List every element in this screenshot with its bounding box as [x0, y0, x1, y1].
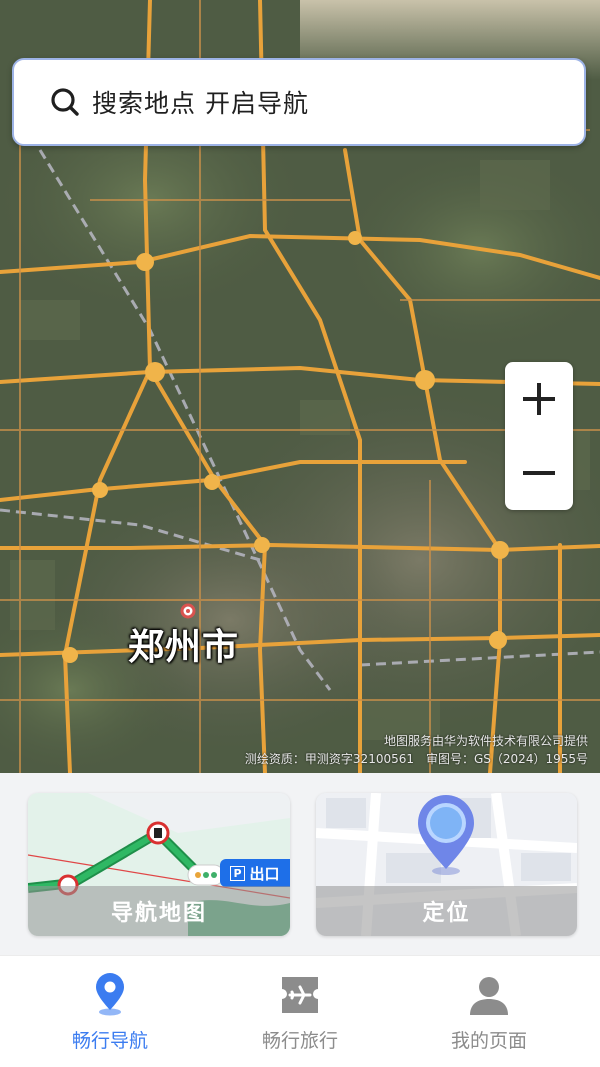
tab-profile-label: 我的页面 [450, 1030, 527, 1052]
map-attribution: 地图服务由华为软件技术有限公司提供 [383, 734, 588, 748]
search-icon [51, 88, 79, 116]
plus-icon [523, 383, 555, 415]
exit-badge-label: 出口 [249, 864, 280, 883]
zoom-out-button[interactable] [505, 436, 573, 510]
search-placeholder: 搜索地点 开启导航 [92, 89, 309, 118]
user-icon [470, 977, 508, 1015]
tab-travel-label: 畅行旅行 [261, 1030, 338, 1052]
tab-profile[interactable]: 我的页面 [389, 956, 589, 1067]
navigation-map-label: 导航地图 [28, 886, 290, 936]
minus-icon [523, 471, 555, 475]
city-label: 郑州市 [128, 627, 240, 668]
map-license: 测绘资质：甲测资字32100561 审图号：GS（2024）1955号 [244, 752, 588, 766]
ticket-plane-icon [282, 977, 318, 1013]
search-bar[interactable]: 搜索地点 开启导航 [12, 58, 586, 146]
tab-navigation[interactable]: 畅行导航 [10, 956, 210, 1067]
tab-travel[interactable]: 畅行旅行 [200, 956, 400, 1067]
location-label: 定位 [316, 886, 577, 936]
location-pin-icon [96, 973, 124, 1016]
navigation-map-card[interactable]: P 出口 导航地图 [28, 793, 290, 936]
zoom-in-button[interactable] [505, 362, 573, 436]
parking-icon: P [230, 865, 245, 881]
zoom-controls [505, 362, 573, 510]
feature-cards: P 出口 导航地图 定位 [0, 773, 600, 955]
tab-navigation-label: 畅行导航 [71, 1030, 148, 1052]
map-view[interactable]: 郑州市 地图服务由华为软件技术有限公司提供 测绘资质：甲测资字32100561 … [0, 0, 600, 773]
location-card[interactable]: 定位 [316, 793, 577, 936]
exit-badge: P 出口 [220, 859, 290, 887]
bottom-tab-bar: 畅行导航 畅行旅行 我的页面 [0, 955, 600, 1067]
